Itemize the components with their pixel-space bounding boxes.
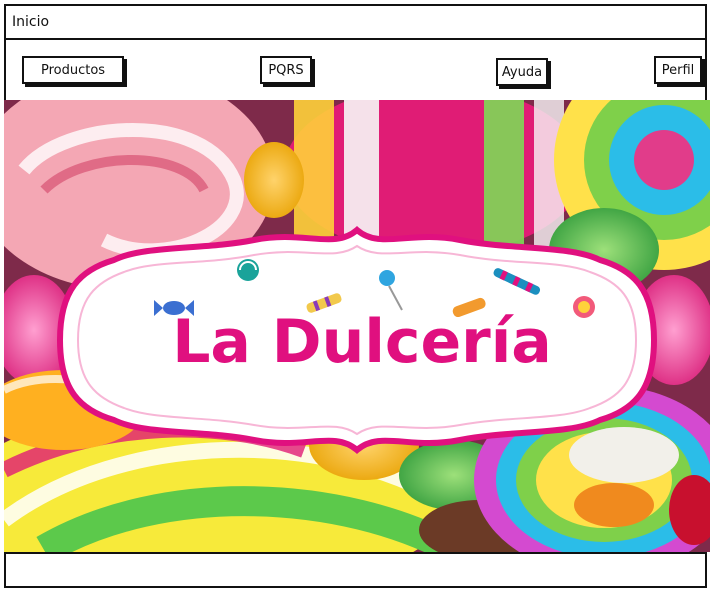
title-bar: Inicio [4,4,707,40]
nav-bar: Productos PQRS Ayuda Perfil [4,40,707,100]
footer-bar [4,552,707,588]
productos-button[interactable]: Productos [22,56,124,84]
page-title: Inicio [12,14,50,30]
brand-name: La Dulcería [172,307,552,377]
perfil-button[interactable]: Perfil [654,56,702,84]
ayuda-button[interactable]: Ayuda [496,58,548,86]
candy-background-image: La Dulcería [4,100,710,552]
pqrs-button[interactable]: PQRS [260,56,312,84]
lollipop-icon [237,259,259,281]
swirl-lollipop-icon [573,296,595,318]
hero-banner: La Dulcería [4,100,710,552]
